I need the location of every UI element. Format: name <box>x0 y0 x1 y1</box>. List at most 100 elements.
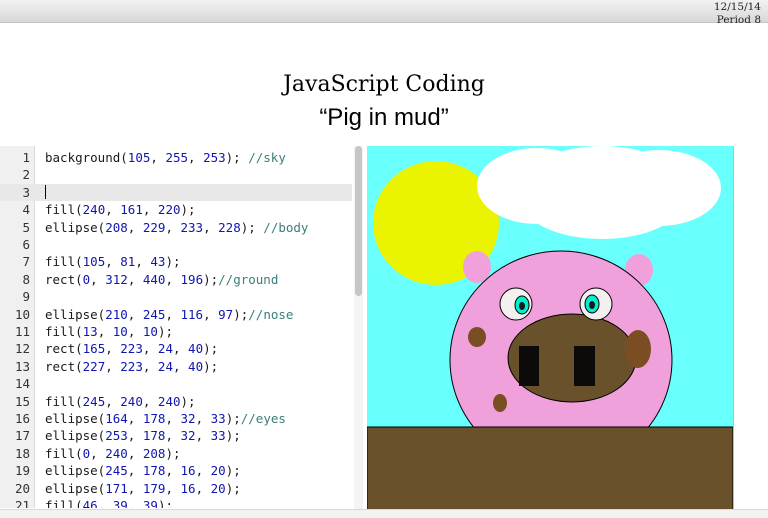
code-text: fill(13, 10, 10); <box>45 323 173 340</box>
code-number: 20 <box>210 463 226 479</box>
mud-spot-bottom <box>493 394 507 412</box>
code-line[interactable]: 12 rect(165, 223, 24, 40); <box>0 340 352 357</box>
code-number: 253 <box>105 428 128 444</box>
code-line[interactable]: 1 background(105, 255, 253); //sky <box>0 149 352 166</box>
code-line[interactable]: 19 ellipse(245, 178, 16, 20); <box>0 462 352 479</box>
code-text: rect(227, 223, 24, 40); <box>45 358 218 375</box>
code-line[interactable]: 14 <box>0 375 352 392</box>
line-number: 16 <box>14 411 30 426</box>
code-number: 240 <box>82 202 106 218</box>
code-number: 105 <box>82 254 106 270</box>
slide-subtitle: “Pig in mud” <box>319 104 449 131</box>
code-line[interactable]: 11 fill(13, 10, 10); <box>0 323 352 340</box>
code-line[interactable]: 16 ellipse(164, 178, 32, 33);//eyes <box>0 410 352 427</box>
output-canvas <box>366 146 734 511</box>
code-number: 245 <box>105 463 128 479</box>
code-number: 24 <box>157 341 173 357</box>
code-line[interactable]: 10 ellipse(210, 245, 116, 97);//nose <box>0 306 352 323</box>
code-text: rect(165, 223, 24, 40); <box>45 340 218 357</box>
code-number: 179 <box>142 480 166 496</box>
code-token: , <box>195 480 211 496</box>
code-line[interactable]: 9 <box>0 288 352 305</box>
code-token: , <box>203 219 219 235</box>
code-token: , <box>127 428 143 444</box>
code-number: 440 <box>142 271 166 287</box>
code-number: 164 <box>105 411 128 426</box>
code-token: , <box>142 341 158 357</box>
scrollbar-thumb[interactable] <box>355 146 362 296</box>
code-token: , <box>127 306 143 322</box>
line-number: 13 <box>14 358 30 374</box>
code-token: , <box>105 202 121 218</box>
code-line[interactable]: 3 <box>0 183 352 202</box>
code-number: 245 <box>142 306 166 322</box>
code-line[interactable]: 21 fill(46, 39, 39); <box>0 497 352 508</box>
code-token: , <box>142 202 158 218</box>
code-text: ellipse(245, 178, 16, 20); <box>45 462 241 479</box>
editor-scrollbar[interactable] <box>354 146 363 510</box>
code-token: , <box>172 358 189 374</box>
code-line[interactable]: 20 ellipse(171, 179, 16, 20); <box>0 480 352 497</box>
code-number: 10 <box>112 324 128 339</box>
code-token: , <box>90 445 106 461</box>
code-number: 240 <box>105 445 128 461</box>
code-line[interactable]: 7 fill(105, 81, 43); <box>0 253 352 270</box>
line-number: 6 <box>22 237 30 252</box>
code-number: 81 <box>120 254 136 270</box>
code-line[interactable]: 18 fill(0, 240, 208); <box>0 445 352 462</box>
code-token: fill( <box>45 445 83 461</box>
code-line[interactable]: 17 ellipse(253, 178, 32, 33); <box>0 427 352 444</box>
code-number: 227 <box>82 358 106 374</box>
code-text: ellipse(171, 179, 16, 20); <box>45 480 241 497</box>
code-number: 240 <box>157 393 181 409</box>
code-token: ); <box>203 358 219 374</box>
code-token: , <box>127 271 143 287</box>
code-token: fill( <box>45 254 83 270</box>
pig-pupil-center-right <box>589 301 595 309</box>
code-token: , <box>105 393 121 409</box>
code-line[interactable]: 13 rect(227, 223, 24, 40); <box>0 358 352 375</box>
code-token: , <box>127 480 143 496</box>
code-text: fill(245, 240, 240); <box>45 393 196 410</box>
code-token: ellipse( <box>45 306 106 322</box>
code-number: 97 <box>218 306 234 322</box>
text-cursor <box>45 184 46 199</box>
code-line[interactable]: 2 <box>0 166 352 183</box>
line-number: 17 <box>14 428 30 444</box>
code-number: 20 <box>210 480 226 496</box>
line-number: 15 <box>14 393 30 409</box>
code-token: , <box>127 219 143 235</box>
code-editor[interactable]: 1 background(105, 255, 253); //sky 2 3 4 fill… <box>0 146 352 508</box>
slide-title: JavaScript Coding <box>283 72 485 97</box>
code-line[interactable]: 4 fill(240, 161, 220); <box>0 201 352 218</box>
line-number: 5 <box>22 219 30 235</box>
code-token: , <box>127 463 143 479</box>
code-number: 178 <box>142 463 166 479</box>
code-token: ); <box>233 306 249 322</box>
pig-pupil-center-left <box>519 302 525 310</box>
code-token: ellipse( <box>45 463 106 479</box>
code-token: , <box>203 306 219 322</box>
code-token: ); <box>203 271 219 287</box>
code-number: 40 <box>188 341 204 357</box>
code-token: , <box>127 445 143 461</box>
code-line[interactable]: 8 rect(0, 312, 440, 196);//ground <box>0 271 352 288</box>
code-line[interactable]: 5 ellipse(208, 229, 233, 228); //body <box>0 219 352 236</box>
code-token: ellipse( <box>45 411 106 426</box>
code-token: , <box>165 219 181 235</box>
code-token: , <box>105 254 121 270</box>
header-period: Period 8 <box>716 14 761 26</box>
code-number: 165 <box>82 341 106 357</box>
code-token: ); <box>180 202 196 218</box>
code-line[interactable]: 15 fill(245, 240, 240); <box>0 393 352 410</box>
code-token: , <box>127 498 143 508</box>
code-token: , <box>188 150 204 165</box>
code-number: 178 <box>142 428 166 444</box>
code-comment: //ground <box>218 271 279 287</box>
code-token: , <box>165 428 181 444</box>
code-token: ); <box>225 463 241 479</box>
code-number: 223 <box>120 358 143 374</box>
code-line[interactable]: 6 <box>0 236 352 253</box>
code-number: 240 <box>120 393 143 409</box>
code-number: 33 <box>210 411 226 426</box>
